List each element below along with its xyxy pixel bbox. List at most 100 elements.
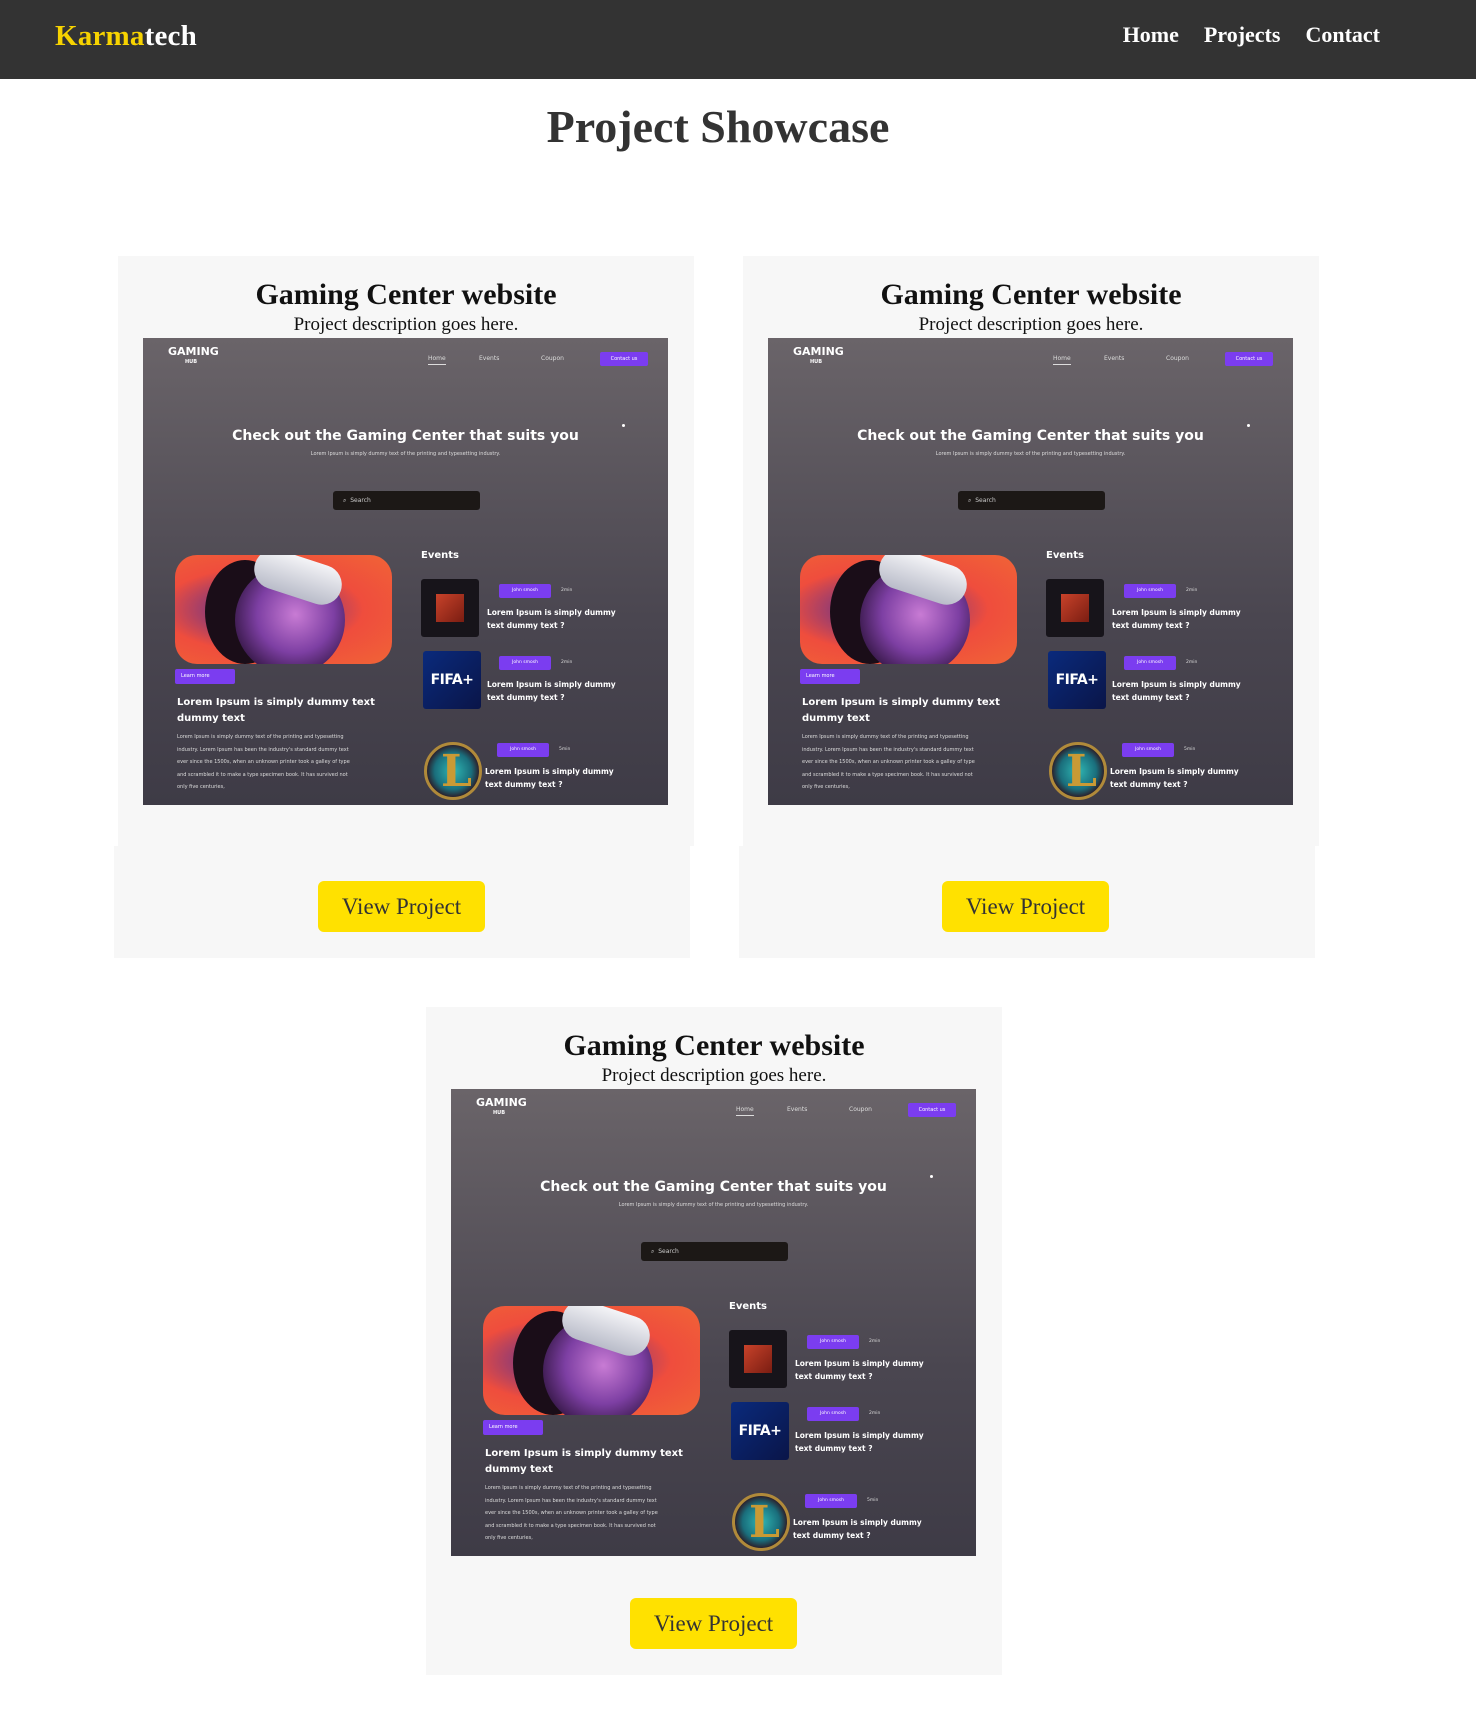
preview-subheading: Lorem Ipsum is simply dummy text of the …	[310, 451, 501, 457]
preview-nav-home: Home	[428, 355, 446, 365]
fifa-icon: FIFA+	[423, 651, 481, 709]
preview-logo-sub: HUB	[810, 359, 823, 365]
event-time: 2min	[1186, 660, 1198, 665]
preview-nav-coupon: Coupon	[541, 355, 564, 362]
preview-nav-home: Home	[736, 1106, 754, 1116]
preview-logo-sub: HUB	[185, 359, 198, 365]
preview-events-label: Events	[729, 1301, 767, 1312]
preview-heading: Check out the Gaming Center that suits y…	[232, 428, 579, 444]
project-card: Gaming Center website Project descriptio…	[739, 256, 1319, 958]
view-project-button[interactable]: View Project	[318, 881, 485, 932]
event-time: 2min	[869, 1411, 881, 1416]
project-title: Gaming Center website	[563, 1029, 865, 1062]
preview-hero-image	[483, 1306, 700, 1415]
event-text: Lorem Ipsum is simply dummy text dummy t…	[1112, 680, 1241, 702]
preview-learn-more: Learn more	[483, 1420, 543, 1435]
project-preview-image: GAMING HUB Home Events Coupon Contact us…	[143, 338, 668, 805]
event-time: 5min	[867, 1498, 879, 1503]
event-text: Lorem Ipsum is simply dummy text dummy t…	[793, 1518, 922, 1540]
preview-lorem-title: Lorem Ipsum is simply dummy text dummy t…	[802, 697, 1000, 724]
preview-nav-coupon: Coupon	[1166, 355, 1189, 362]
preview-search-placeholder: Search	[350, 497, 371, 504]
preview-search: ⌕ Search	[641, 1242, 788, 1261]
preview-contact-button: Contact us	[908, 1103, 956, 1117]
nav-link-home[interactable]: Home	[1123, 22, 1179, 48]
brand-logo[interactable]: Karmatech	[55, 20, 197, 53]
preview-nav-events: Events	[479, 355, 500, 362]
preview-dot	[622, 424, 625, 427]
nav-links: Home Projects Contact	[1123, 22, 1380, 48]
preview-lorem-body: Lorem Ipsum is simply dummy text of the …	[802, 734, 975, 790]
event-text: Lorem Ipsum is simply dummy text dummy t…	[487, 608, 616, 630]
preview-nav-events: Events	[787, 1106, 808, 1113]
event-text: Lorem Ipsum is simply dummy text dummy t…	[795, 1431, 924, 1453]
event-text: Lorem Ipsum is simply dummy text dummy t…	[1110, 767, 1239, 789]
project-description: Project description goes here.	[601, 1065, 827, 1086]
preview-hero-image	[175, 555, 392, 664]
project-preview-image: GAMING HUB Home Events Coupon Contact us…	[768, 338, 1293, 805]
preview-events-label: Events	[421, 550, 459, 561]
preview-subheading: Lorem Ipsum is simply dummy text of the …	[618, 1202, 809, 1208]
preview-heading: Check out the Gaming Center that suits y…	[857, 428, 1204, 444]
preview-search-placeholder: Search	[658, 1248, 679, 1255]
preview-nav-events: Events	[1104, 355, 1125, 362]
event-text: Lorem Ipsum is simply dummy text dummy t…	[1112, 608, 1241, 630]
preview-search: ⌕ Search	[958, 491, 1105, 510]
event-tag: John smosh	[1124, 584, 1176, 598]
league-of-legends-icon: L	[732, 1493, 790, 1551]
preview-contact-button: Contact us	[1225, 352, 1273, 366]
preview-learn-more: Learn more	[175, 669, 235, 684]
preview-lorem-body: Lorem Ipsum is simply dummy text of the …	[485, 1485, 658, 1541]
page-title: Project Showcase	[546, 101, 890, 152]
event-text: Lorem Ipsum is simply dummy text dummy t…	[795, 1359, 924, 1381]
preview-learn-more: Learn more	[800, 669, 860, 684]
event-time: 5min	[559, 747, 571, 752]
event-tag: John smosh	[497, 743, 549, 757]
event-time: 2min	[561, 588, 573, 593]
preview-lorem-title: Lorem Ipsum is simply dummy text dummy t…	[485, 1448, 683, 1475]
project-card: Gaming Center website Project descriptio…	[426, 1007, 1002, 1675]
event-tag: John smosh	[805, 1494, 857, 1508]
navbar: Karmatech Home Projects Contact	[0, 0, 1476, 79]
dota-icon	[1046, 579, 1104, 637]
preview-nav-home: Home	[1053, 355, 1071, 365]
event-tag: John smosh	[807, 1335, 859, 1349]
nav-link-projects[interactable]: Projects	[1204, 22, 1281, 48]
project-description: Project description goes here.	[293, 314, 519, 335]
event-tag: John smosh	[807, 1407, 859, 1421]
preview-events-label: Events	[1046, 550, 1084, 561]
preview-hero-image	[800, 555, 1017, 664]
preview-search: ⌕ Search	[333, 491, 480, 510]
preview-logo: GAMING	[793, 345, 844, 358]
project-card: Gaming Center website Project descriptio…	[114, 256, 694, 958]
lol-glyph: L	[441, 746, 472, 797]
event-text: Lorem Ipsum is simply dummy text dummy t…	[487, 680, 616, 702]
preview-logo: GAMING	[168, 345, 219, 358]
preview-nav-coupon: Coupon	[849, 1106, 872, 1113]
league-of-legends-icon: L	[424, 742, 482, 800]
nav-link-contact[interactable]: Contact	[1305, 22, 1380, 48]
event-tag: John smosh	[499, 584, 551, 598]
preview-dot	[1247, 424, 1250, 427]
fifa-icon: FIFA+	[1048, 651, 1106, 709]
project-title: Gaming Center website	[880, 278, 1182, 311]
preview-lorem-title: Lorem Ipsum is simply dummy text dummy t…	[177, 697, 375, 724]
preview-dot	[930, 1175, 933, 1178]
project-preview-image: GAMING HUB Home Events Coupon Contact us…	[451, 1089, 976, 1556]
preview-subheading: Lorem Ipsum is simply dummy text of the …	[935, 451, 1126, 457]
event-tag: John smosh	[1124, 656, 1176, 670]
preview-search-placeholder: Search	[975, 497, 996, 504]
event-time: 2min	[1186, 588, 1198, 593]
event-tag: John smosh	[1122, 743, 1174, 757]
preview-lorem-body: Lorem Ipsum is simply dummy text of the …	[177, 734, 350, 790]
view-project-button[interactable]: View Project	[942, 881, 1109, 932]
brand-highlight: Karma	[55, 20, 145, 52]
event-tag: John smosh	[499, 656, 551, 670]
event-time: 5min	[1184, 747, 1196, 752]
view-project-button[interactable]: View Project	[630, 1598, 797, 1649]
project-description: Project description goes here.	[918, 314, 1144, 335]
league-of-legends-icon: L	[1049, 742, 1107, 800]
dota-icon	[729, 1330, 787, 1388]
lol-glyph: L	[1066, 746, 1097, 797]
dota-icon	[421, 579, 479, 637]
